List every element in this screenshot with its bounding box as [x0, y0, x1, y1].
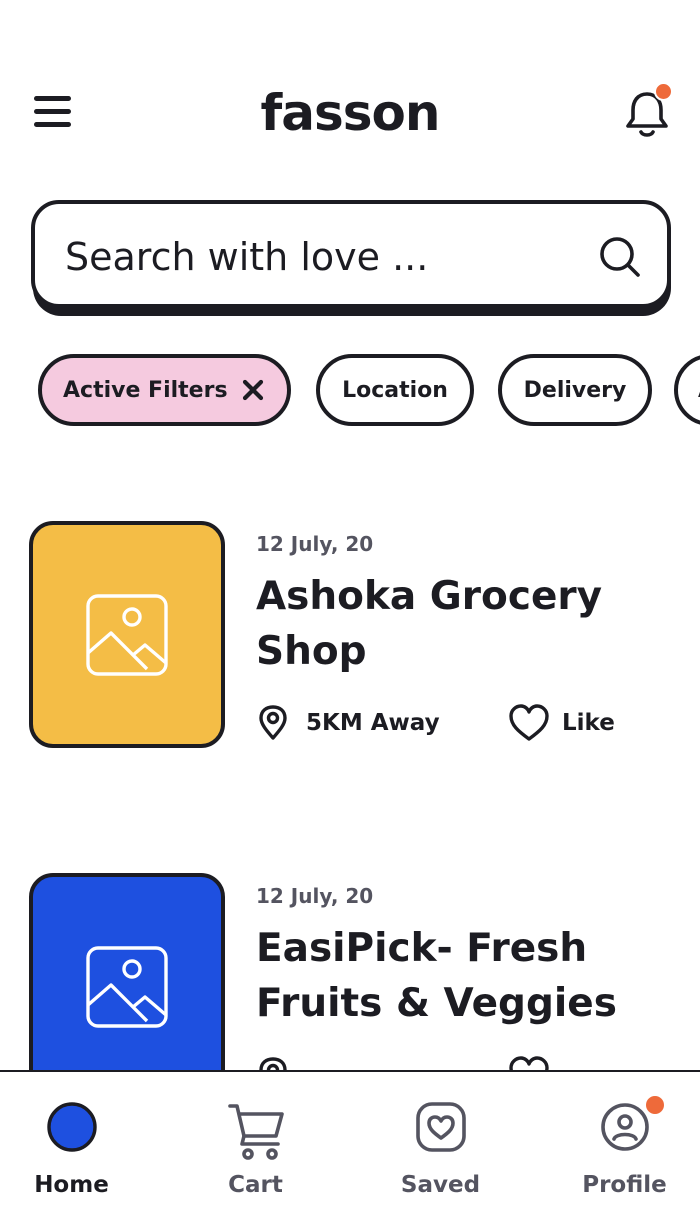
app-header: fasson	[0, 70, 700, 156]
search-icon[interactable]	[597, 234, 643, 280]
like-button[interactable]: Like	[508, 703, 615, 743]
home-dot-icon	[46, 1102, 97, 1152]
listing-thumbnail	[29, 873, 225, 1100]
nav-profile[interactable]: Profile	[537, 1072, 700, 1210]
search-box[interactable]	[31, 200, 671, 308]
cart-icon	[227, 1104, 284, 1160]
like-label: Like	[562, 710, 615, 736]
listing-date: 12 July, 20	[256, 532, 374, 556]
bottom-navigation: Home Cart Saved Profile	[0, 1070, 700, 1210]
chip-location[interactable]: Location	[316, 354, 474, 426]
saved-heart-icon	[415, 1102, 466, 1152]
app-logo: fasson	[260, 84, 441, 142]
profile-notification-dot	[644, 1094, 666, 1116]
chip-active-filters[interactable]: Active Filters	[38, 354, 291, 426]
chip-partial[interactable]: A	[674, 354, 700, 426]
search-input[interactable]	[65, 232, 585, 282]
nav-label: Home	[34, 1172, 109, 1198]
listing-card[interactable]: 12 July, 20 EasiPick- Fresh Fruits & Veg…	[0, 873, 700, 1101]
listing-title[interactable]: Ashoka Grocery Shop	[256, 569, 686, 679]
nav-cart[interactable]: Cart	[168, 1072, 343, 1210]
notification-dot	[654, 82, 673, 101]
nav-label: Profile	[582, 1172, 667, 1198]
listing-date: 12 July, 20	[256, 884, 374, 908]
nav-home[interactable]: Home	[0, 1072, 159, 1210]
nav-label: Cart	[228, 1172, 283, 1198]
distance-label: 5KM Away	[306, 710, 440, 736]
close-icon[interactable]	[242, 379, 264, 401]
listing-distance: 5KM Away	[256, 703, 440, 743]
listing-card[interactable]: 12 July, 20 Ashoka Grocery Shop 5KM Away…	[0, 521, 700, 749]
nav-saved[interactable]: Saved	[353, 1072, 528, 1210]
location-pin-icon	[259, 705, 287, 740]
chip-label: Active Filters	[63, 377, 228, 403]
image-icon	[86, 945, 168, 1028]
nav-label: Saved	[400, 1172, 481, 1198]
search-bar	[31, 200, 672, 318]
image-icon	[86, 593, 168, 676]
chip-label: Delivery	[523, 377, 627, 403]
chip-label: Location	[342, 377, 448, 403]
heart-icon	[509, 704, 549, 741]
listing-title[interactable]: EasiPick- Fresh Fruits & Veggies	[256, 921, 686, 1031]
filter-chips: Active Filters Location Delivery A	[0, 354, 700, 426]
listing-thumbnail	[29, 521, 225, 748]
chip-delivery[interactable]: Delivery	[498, 354, 652, 426]
